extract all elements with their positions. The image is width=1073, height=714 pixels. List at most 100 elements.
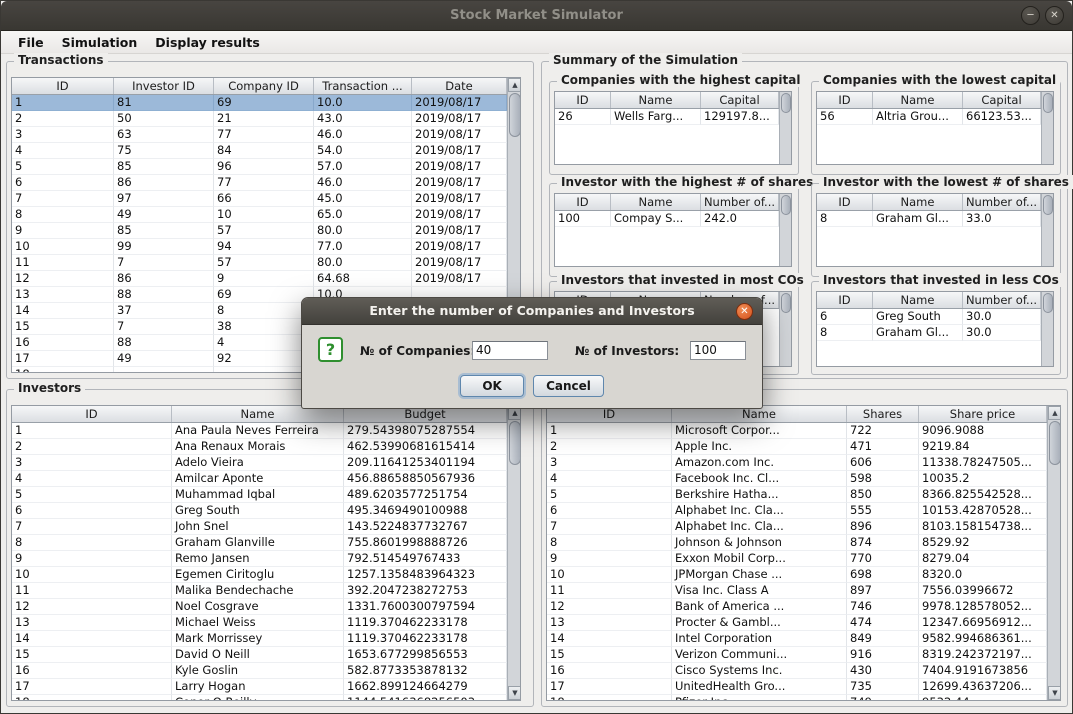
close-button[interactable]: ✕ xyxy=(1045,6,1064,25)
column-header[interactable]: Company ID xyxy=(214,78,314,94)
vertical-scrollbar[interactable]: ▲ ▼ xyxy=(507,406,521,700)
column-header[interactable]: Number of... xyxy=(963,194,1041,210)
column-header[interactable]: Number of... xyxy=(963,292,1041,308)
table-row[interactable]: 7976645.02019/08/17 xyxy=(12,191,507,207)
table-row[interactable]: 9Remo Jansen792.514549767433 xyxy=(12,551,507,567)
scrollbar-track[interactable] xyxy=(1042,292,1054,366)
table-row[interactable]: 26Wells Farg...129197.8... xyxy=(555,109,779,125)
scrollbar-thumb[interactable] xyxy=(509,421,521,465)
table-row[interactable]: 56Altria Grou...66123.53... xyxy=(817,109,1041,125)
title-bar[interactable]: Stock Market Simulator ─ ✕ xyxy=(1,1,1072,31)
column-header[interactable]: Transaction ... xyxy=(314,78,412,94)
table-row[interactable]: 100Compay S...242.0 xyxy=(555,211,779,227)
scroll-up-icon[interactable]: ▲ xyxy=(1048,406,1061,420)
scrollbar-thumb[interactable] xyxy=(1049,421,1061,465)
table-row[interactable]: 16Kyle Goslin582.8773353878132 xyxy=(12,663,507,679)
scroll-down-icon[interactable]: ▼ xyxy=(1048,686,1061,700)
table-row[interactable]: 1175780.02019/08/17 xyxy=(12,255,507,271)
table-row[interactable]: 14Intel Corporation8499582.994686361... xyxy=(547,631,1047,647)
table-row[interactable]: 5Berkshire Hatha...8508366.825542528... xyxy=(547,487,1047,503)
table-row[interactable]: 10999477.02019/08/17 xyxy=(12,239,507,255)
table-row[interactable]: 11Visa Inc. Class A8977556.03996672 xyxy=(547,583,1047,599)
table-row[interactable]: 8Graham Gl...30.0 xyxy=(817,325,1041,341)
table-row[interactable]: 10Egemen Ciritoglu1257.1358483964323 xyxy=(12,567,507,583)
scrollbar-track[interactable] xyxy=(780,292,792,366)
vertical-scrollbar[interactable] xyxy=(1041,292,1054,366)
table-row[interactable]: 18Conor O Reilly1144.5416368256503 xyxy=(12,695,507,700)
column-header[interactable]: Capital xyxy=(701,92,779,108)
table-row[interactable]: 7Alphabet Inc. Cla...8968103.158154738..… xyxy=(547,519,1047,535)
table-row[interactable]: 8Graham Glanville755.8601998888726 xyxy=(12,535,507,551)
scrollbar-thumb[interactable] xyxy=(509,93,521,137)
scrollbar-thumb[interactable] xyxy=(781,93,791,113)
table-row[interactable]: 5Muhammad Iqbal489.6203577251754 xyxy=(12,487,507,503)
scrollbar-track[interactable] xyxy=(780,194,792,266)
column-header[interactable]: Name xyxy=(611,194,701,210)
investors-count-input[interactable]: 100 xyxy=(690,341,746,360)
table-row[interactable]: 12Noel Cosgrave1331.7600300797594 xyxy=(12,599,507,615)
column-header[interactable]: Investor ID xyxy=(114,78,214,94)
table-row[interactable]: 6Greg South495.3469490100988 xyxy=(12,503,507,519)
table-row[interactable]: 6Greg South30.0 xyxy=(817,309,1041,325)
column-header[interactable]: ID xyxy=(555,194,611,210)
table-row[interactable]: 5859657.02019/08/17 xyxy=(12,159,507,175)
column-header[interactable]: Number of... xyxy=(701,194,779,210)
menu-simulation[interactable]: Simulation xyxy=(53,33,147,52)
table-row[interactable]: 10JPMorgan Chase ...6988320.0 xyxy=(547,567,1047,583)
scroll-down-icon[interactable]: ▼ xyxy=(508,686,521,700)
table-row[interactable]: 6867746.02019/08/17 xyxy=(12,175,507,191)
table-row[interactable]: 7John Snel143.5224837732767 xyxy=(12,519,507,535)
table-row[interactable]: 1Microsoft Corpor...7229096.9088 xyxy=(547,423,1047,439)
menu-display-results[interactable]: Display results xyxy=(146,33,269,52)
column-header[interactable]: Date xyxy=(412,78,507,94)
vertical-scrollbar[interactable] xyxy=(1041,194,1054,266)
column-header[interactable]: Share price xyxy=(919,406,1047,422)
column-header[interactable]: ID xyxy=(12,406,172,422)
scrollbar-thumb[interactable] xyxy=(781,195,791,215)
table-row[interactable]: 15David O Neill1653.677299856553 xyxy=(12,647,507,663)
column-header[interactable]: Name xyxy=(873,92,963,108)
table-row[interactable]: 13Michael Weiss1119.370462233178 xyxy=(12,615,507,631)
table-row[interactable]: 15Verizon Communi...9168319.242372197... xyxy=(547,647,1047,663)
vertical-scrollbar[interactable] xyxy=(779,194,792,266)
scrollbar-thumb[interactable] xyxy=(1043,195,1053,215)
table-row[interactable]: 12Bank of America ...7469978.128578052..… xyxy=(547,599,1047,615)
scrollbar-track[interactable] xyxy=(780,92,792,164)
table-row[interactable]: 2502143.02019/08/17 xyxy=(12,111,507,127)
minimize-button[interactable]: ─ xyxy=(1021,6,1040,25)
cancel-button[interactable]: Cancel xyxy=(533,375,604,397)
menu-file[interactable]: File xyxy=(9,33,53,52)
table-row[interactable]: 17UnitedHealth Gro...73512699.43637206..… xyxy=(547,679,1047,695)
scrollbar-track[interactable] xyxy=(1042,92,1054,164)
column-header[interactable]: Name xyxy=(873,194,963,210)
table-row[interactable]: 18Pfizer Inc.7499532.44 xyxy=(547,695,1047,700)
column-header[interactable]: Name xyxy=(611,92,701,108)
table-row[interactable]: 2Ana Renaux Morais462.53990681615414 xyxy=(12,439,507,455)
vertical-scrollbar[interactable] xyxy=(1041,92,1054,164)
scrollbar-track[interactable] xyxy=(508,420,521,686)
column-header[interactable]: Name xyxy=(873,292,963,308)
scrollbar-track[interactable] xyxy=(1048,420,1061,686)
column-header[interactable]: Capital xyxy=(963,92,1041,108)
table-row[interactable]: 11Malika Bendechache392.2047238272753 xyxy=(12,583,507,599)
table-row[interactable]: 1286964.682019/08/17 xyxy=(12,271,507,287)
table-row[interactable]: 8491065.02019/08/17 xyxy=(12,207,507,223)
table-row[interactable]: 8Johnson & Johnson8748529.92 xyxy=(547,535,1047,551)
vertical-scrollbar[interactable]: ▲ ▼ xyxy=(1047,406,1061,700)
ok-button[interactable]: OK xyxy=(460,375,524,397)
scroll-up-icon[interactable]: ▲ xyxy=(508,78,521,92)
table-row[interactable]: 9Exxon Mobil Corp...7708279.04 xyxy=(547,551,1047,567)
table-row[interactable]: 1Ana Paula Neves Ferreira279.54398075287… xyxy=(12,423,507,439)
dialog-title-bar[interactable]: Enter the number of Companies and Invest… xyxy=(302,298,762,325)
companies-count-input[interactable]: 40 xyxy=(472,341,548,360)
scrollbar-thumb[interactable] xyxy=(1043,293,1053,313)
scrollbar-track[interactable] xyxy=(1042,194,1054,266)
table-row[interactable]: 1816910.02019/08/17 xyxy=(12,95,507,111)
vertical-scrollbar[interactable] xyxy=(779,92,792,164)
table-row[interactable]: 8Graham Gl...33.0 xyxy=(817,211,1041,227)
column-header[interactable]: ID xyxy=(817,194,873,210)
scrollbar-thumb[interactable] xyxy=(781,293,791,313)
table-row[interactable]: 16Cisco Systems Inc.4307404.9191673856 xyxy=(547,663,1047,679)
table-row[interactable]: 13Procter & Gambl...47412347.66956912... xyxy=(547,615,1047,631)
table-row[interactable]: 17Larry Hogan1662.899124664279 xyxy=(12,679,507,695)
